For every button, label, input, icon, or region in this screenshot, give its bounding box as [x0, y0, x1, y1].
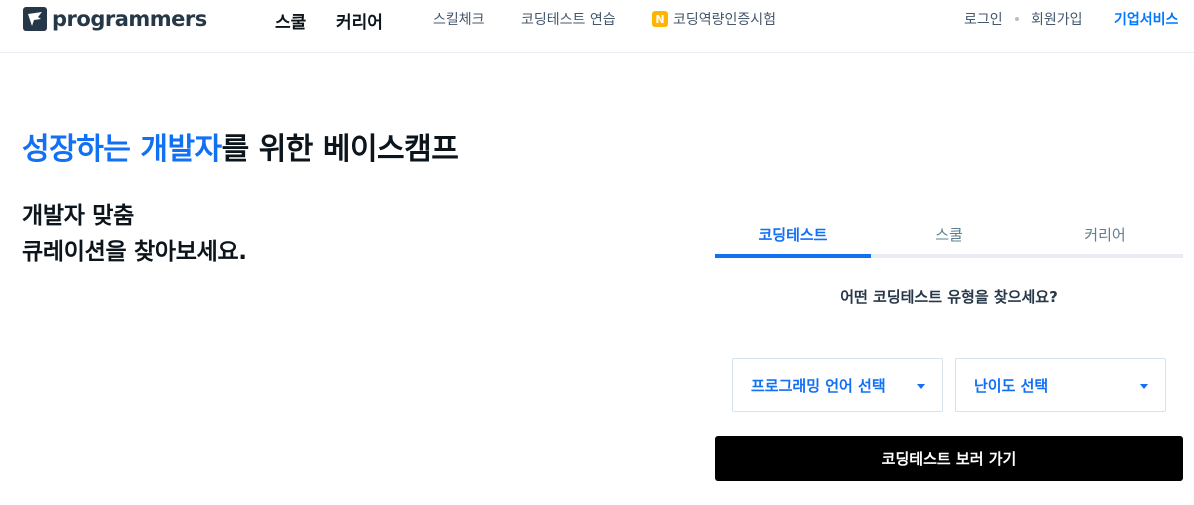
signup-link[interactable]: 회원가입: [1031, 9, 1083, 29]
caret-down-icon: [1140, 384, 1148, 389]
nav-certification-label: 코딩역량인증시험: [673, 12, 777, 28]
nav-career[interactable]: 커리어: [336, 8, 383, 33]
curation-question: 어떤 코딩테스트 유형을 찾으세요?: [840, 288, 1058, 306]
hero-title: 성장하는 개발자를 위한 베이스캠프: [22, 124, 459, 168]
separator-dot: [1015, 17, 1019, 21]
hero-title-accent: 성장하는 개발자: [22, 132, 222, 167]
new-badge-icon: N: [652, 11, 668, 27]
curation-tabs: 코딩테스트 스쿨 커리어: [715, 218, 1183, 258]
nav-certification[interactable]: N 코딩역량인증시험: [652, 9, 776, 29]
tab-career[interactable]: 커리어: [1027, 218, 1183, 254]
language-select[interactable]: 프로그래밍 언어 선택: [732, 358, 943, 412]
hero-subtitle-line1: 개발자 맞춤: [22, 203, 135, 229]
hero-subtitle-line2: 큐레이션을 찾아보세요.: [22, 239, 247, 265]
nav-school[interactable]: 스쿨: [275, 8, 306, 33]
programmers-logo[interactable]: programmers: [23, 6, 207, 32]
top-header: programmers 스쿨 커리어 스킬체크 코딩테스트 연습 N 코딩역량인…: [0, 0, 1194, 53]
difficulty-select-label: 난이도 선택: [974, 376, 1049, 395]
logo-text: programmers: [52, 7, 207, 31]
programmers-logo-icon: [23, 7, 47, 31]
business-service-link[interactable]: 기업서비스: [1114, 9, 1178, 29]
difficulty-select[interactable]: 난이도 선택: [955, 358, 1166, 412]
nav-coding-test-practice[interactable]: 코딩테스트 연습: [521, 9, 616, 29]
nav-skill-check[interactable]: 스킬체크: [433, 9, 485, 29]
tab-coding-test[interactable]: 코딩테스트: [715, 218, 871, 258]
language-select-label: 프로그래밍 언어 선택: [751, 376, 886, 395]
login-link[interactable]: 로그인: [964, 9, 1003, 29]
hero-subtitle: 개발자 맞춤 큐레이션을 찾아보세요.: [22, 198, 247, 270]
go-coding-test-button[interactable]: 코딩테스트 보러 가기: [715, 436, 1183, 481]
hero-title-rest: 를 위한 베이스캠프: [221, 132, 459, 167]
tab-school[interactable]: 스쿨: [871, 218, 1027, 254]
caret-down-icon: [917, 384, 925, 389]
